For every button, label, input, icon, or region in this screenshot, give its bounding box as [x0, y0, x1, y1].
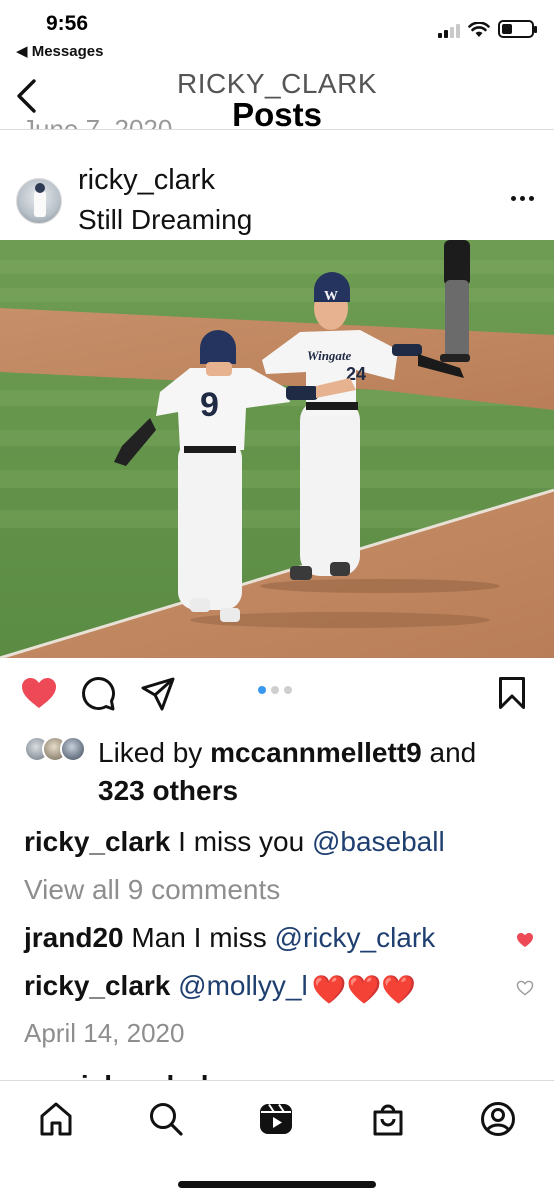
post-location[interactable]: Still Dreaming [78, 204, 252, 236]
comment-mention[interactable]: @ricky_clark [275, 922, 436, 953]
search-icon[interactable] [148, 1101, 184, 1137]
comment-row: jrand20 Man I miss @ricky_clark [24, 922, 435, 954]
page-title: Posts [232, 96, 322, 130]
header: RICKY_CLARK June 7, 2020 Posts [0, 64, 554, 130]
likes-summary[interactable]: Liked by mccannmellett9 and 323 others [0, 732, 554, 814]
comment-username[interactable]: ricky_clark [24, 970, 170, 1001]
bookmark-icon[interactable] [498, 676, 526, 710]
comment-row: ricky_clark @mollyy_l ❤️❤️❤️ [24, 970, 416, 1006]
heart-icon[interactable] [20, 676, 58, 710]
comment-text: Man I miss [123, 922, 275, 953]
comment-mention[interactable]: @mollyy_l [178, 970, 308, 1001]
likes-text: Liked by mccannmellett9 and 323 others [98, 737, 477, 806]
avatar [60, 736, 86, 762]
more-options-icon[interactable] [511, 196, 534, 201]
next-post-username-peek: ricky_clark [70, 1070, 216, 1080]
likes-count[interactable]: 323 others [98, 775, 238, 806]
post-username[interactable]: ricky_clark [78, 164, 215, 197]
home-icon[interactable] [38, 1101, 74, 1137]
jersey-text: Wingate [307, 348, 352, 363]
wifi-icon [468, 22, 490, 37]
comment-icon[interactable] [80, 676, 116, 712]
comment-heart-filled-icon[interactable] [516, 932, 534, 948]
post-photo[interactable]: Wingate 24 W 9 [0, 240, 554, 658]
carousel-indicator [258, 686, 292, 694]
carousel-dot [284, 686, 292, 694]
carousel-dot [258, 686, 266, 694]
back-to-messages[interactable]: ◀ Messages [16, 42, 103, 60]
reels-icon[interactable] [258, 1101, 294, 1137]
avatar[interactable] [16, 178, 62, 224]
cellular-signal-icon [438, 22, 460, 38]
shop-icon[interactable] [370, 1101, 406, 1137]
liker-username[interactable]: mccannmellett9 [210, 737, 422, 768]
comment-username[interactable]: jrand20 [24, 922, 124, 953]
profile-icon[interactable] [480, 1101, 516, 1137]
battery-icon [498, 20, 537, 38]
post-date: April 14, 2020 [24, 1018, 185, 1048]
helmet-letter: W [324, 289, 338, 304]
share-icon[interactable] [140, 676, 176, 712]
caption-username[interactable]: ricky_clark [24, 826, 170, 857]
post-caption-line: ricky_clark I miss you @baseball [24, 826, 445, 858]
jersey-number-front: 9 [200, 386, 219, 424]
red-heart-emojis: ❤️❤️❤️ [311, 974, 417, 1005]
post-actions [0, 662, 554, 726]
status-time: 9:56 [46, 12, 89, 35]
status-bar: 9:56 ◀ Messages [0, 0, 554, 64]
caption-text: I miss you [170, 826, 312, 857]
view-all-comments-link[interactable]: View all 9 comments [24, 874, 280, 906]
status-icons [438, 20, 537, 38]
liker-avatars [24, 736, 90, 762]
home-indicator[interactable] [178, 1181, 376, 1188]
comment-heart-outline-icon[interactable] [516, 980, 534, 996]
carousel-dot [271, 686, 279, 694]
caption-mention[interactable]: @baseball [312, 826, 445, 857]
bottom-nav [0, 1080, 554, 1200]
post-header: ricky_clark Still Dreaming [0, 160, 554, 240]
comment-text [170, 970, 178, 1001]
